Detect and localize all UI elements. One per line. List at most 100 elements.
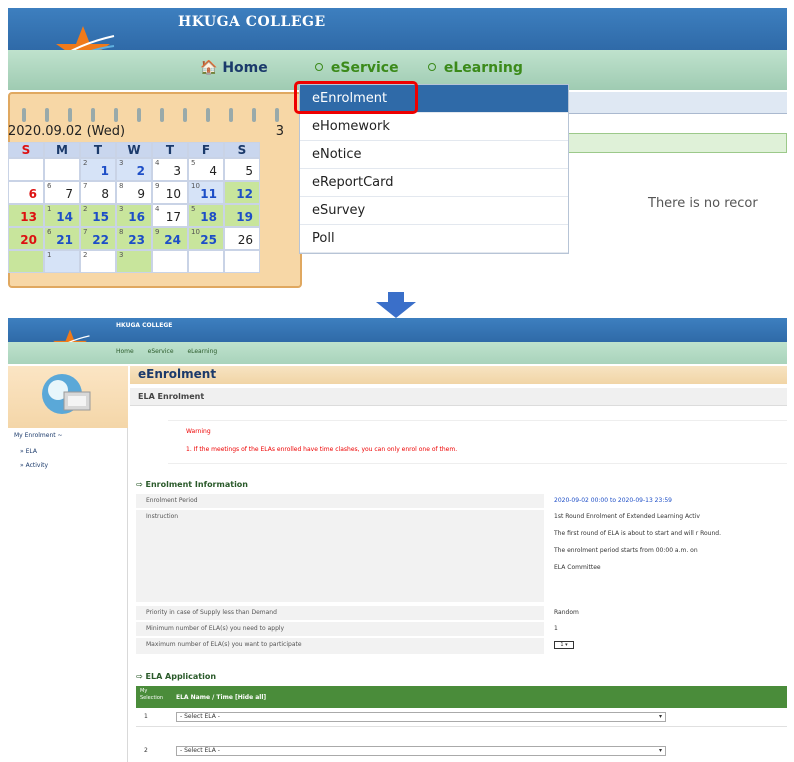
calendar-day-number: 5 (245, 164, 253, 178)
instruction-line: ELA Committee (554, 564, 601, 571)
calendar-day-cell[interactable]: 2 15 (80, 204, 116, 227)
calendar-day-cell[interactable]: 12 (224, 181, 260, 204)
calendar-day-number: 23 (128, 233, 145, 247)
row-priority: Priority in case of Supply less than Dem… (136, 606, 787, 620)
calendar-day-cell[interactable]: 43 (152, 158, 188, 181)
value-priority: Random (554, 609, 579, 616)
header-ela-name-time[interactable]: ELA Name / Time [Hide all] (176, 694, 266, 701)
calendar-cycle-day: 3 (119, 251, 124, 259)
bottom-screenshot: HKUGA COLLEGE Home eService eLearning My… (8, 318, 787, 762)
calendar-cycle-day: 9 (155, 182, 160, 190)
calendar-day-cell[interactable]: 1 (44, 250, 80, 273)
menu-item-esurvey[interactable]: eSurvey (300, 197, 568, 225)
calendar-day-number: 20 (20, 233, 37, 247)
page-header-bar (130, 366, 787, 384)
calendar-day-cell[interactable]: 5 18 (188, 204, 224, 227)
home-icon: 🏠 (200, 60, 218, 76)
max-ela-select[interactable]: 1 ▾ (554, 641, 574, 649)
nav-eservice[interactable]: eService (315, 60, 399, 76)
nav-elearning[interactable]: eLearning (428, 60, 523, 76)
top-screenshot: HKUGA COLLEGE 🏠 Home eService eLearning … (8, 8, 787, 288)
label-max-ela: Maximum number of ELA(s) you want to par… (136, 638, 544, 654)
calendar-day-number: 2 (136, 164, 145, 178)
nav-home[interactable]: 🏠 Home (200, 60, 268, 76)
calendar-day-cell[interactable] (8, 158, 44, 181)
menu-item-ehomework[interactable]: eHomework (300, 113, 568, 141)
nav-elearning[interactable]: eLearning (187, 348, 217, 355)
row-instruction: Instruction 1st Round Enrolment of Exten… (136, 510, 787, 602)
calendar-day-cell[interactable]: 8 23 (116, 227, 152, 250)
ela-application-title: ⇨ ELA Application (136, 672, 216, 681)
sidebar-item-ela[interactable]: » ELA (20, 448, 37, 455)
calendar-day-number: 25 (200, 233, 217, 247)
section-arrow-icon: ⇨ (136, 672, 146, 681)
select-ela-dropdown[interactable]: - Select ELA - ▾ (176, 712, 666, 722)
calendar-day-cell[interactable]: 78 (80, 181, 116, 204)
value-max-ela: 1 ▾ (544, 638, 787, 654)
calendar-day-number: 19 (236, 210, 253, 224)
calendar-day-cell[interactable]: 4 17 (152, 204, 188, 227)
calendar-day-cell[interactable]: 9 24 (152, 227, 188, 250)
page-title: eEnrolment (138, 367, 217, 381)
calendar-day-number: 22 (92, 233, 109, 247)
application-row-number: 1 (144, 713, 148, 720)
calendar-day-cell[interactable] (152, 250, 188, 273)
enrolment-info-title-text: Enrolment Information (145, 480, 249, 489)
calendar-day-cell[interactable]: 20 (8, 227, 44, 250)
calendar-day-cell[interactable] (8, 250, 44, 273)
calendar-day-cell[interactable]: 10 25 (188, 227, 224, 250)
menu-item-poll[interactable]: Poll (300, 225, 568, 253)
calendar-day-cell[interactable]: 6 21 (44, 227, 80, 250)
menu-item-enotice[interactable]: eNotice (300, 141, 568, 169)
calendar-cycle-day: 1 (47, 251, 52, 259)
calendar-day-cell[interactable]: 67 (44, 181, 80, 204)
label-instruction: Instruction (136, 510, 544, 602)
calendar-day-cell[interactable]: 26 (224, 227, 260, 250)
menu-item-ereportcard[interactable]: eReportCard (300, 169, 568, 197)
calendar-day-cell[interactable] (188, 250, 224, 273)
nav-eservice[interactable]: eService (148, 348, 174, 355)
select-ela-dropdown[interactable]: - Select ELA - ▾ (176, 746, 666, 756)
calendar-day-cell[interactable]: 54 (188, 158, 224, 181)
calendar-day-cell[interactable]: 10 11 (188, 181, 224, 204)
application-row: 2 - Select ELA - ▾ (136, 744, 787, 758)
calendar-day-number: 12 (236, 187, 253, 201)
calendar-cycle-day: 4 (155, 205, 160, 213)
chevron-down-icon: ▾ (658, 713, 662, 720)
calendar-day-cell[interactable]: 89 (116, 181, 152, 204)
calendar-day-cell[interactable]: 7 22 (80, 227, 116, 250)
calendar-cycle-day: 7 (83, 228, 88, 236)
calendar-day-cell[interactable]: 1 14 (44, 204, 80, 227)
calendar-day-number: 10 (165, 187, 181, 201)
calendar-day-cell[interactable]: 3 16 (116, 204, 152, 227)
calendar-day-cell[interactable] (224, 250, 260, 273)
calendar-day-cell[interactable] (44, 158, 80, 181)
sidebar-my-enrolment[interactable]: My Enrolment ~ (14, 432, 63, 439)
calendar-day-header-row: SMTWTFS (8, 142, 260, 158)
calendar-cycle-day: 8 (119, 182, 124, 190)
calendar-cycle-day: 4 (155, 159, 160, 167)
row-enrolment-period: Enrolment Period 2020-09-02 00:00 to 202… (136, 494, 787, 508)
calendar-day-cell[interactable]: 21 (80, 158, 116, 181)
calendar-day-cell[interactable]: 5 (224, 158, 260, 181)
warning-text: 1. If the meetings of the ELAs enrolled … (186, 446, 458, 453)
sidebar-item-activity[interactable]: » Activity (20, 462, 48, 469)
calendar-day-cell[interactable]: 13 (8, 204, 44, 227)
enrolment-info-title: ⇨ Enrolment Information (136, 480, 248, 489)
calendar-day-cell[interactable]: 32 (116, 158, 152, 181)
calendar-day-number: 8 (101, 187, 109, 201)
calendar-day-number: 9 (137, 187, 145, 201)
calendar-day-cell[interactable]: 19 (224, 204, 260, 227)
calendar-day-header: S (224, 142, 260, 158)
calendar-grid: S M T W T F S 2 1 3 2 4 3 5 4 5 6 6 7 7 8 8 9 9 10 10 11 12 13 1 14 2 15… (8, 142, 260, 273)
calendar-cycle-day: 5 (191, 205, 196, 213)
calendar-day-cell[interactable]: 9 10 (152, 181, 188, 204)
calendar-cycle-day: 2 (83, 251, 88, 259)
calendar-day-cell[interactable]: 3 (116, 250, 152, 273)
calendar-day-cell[interactable]: 2 (80, 250, 116, 273)
calendar-day-number: 26 (237, 233, 253, 247)
nav-home[interactable]: Home (116, 348, 134, 355)
calendar-day-cell[interactable]: 6 (8, 181, 44, 204)
calendar-cycle-day: 9 (155, 228, 160, 236)
sidebar-header (8, 366, 128, 428)
